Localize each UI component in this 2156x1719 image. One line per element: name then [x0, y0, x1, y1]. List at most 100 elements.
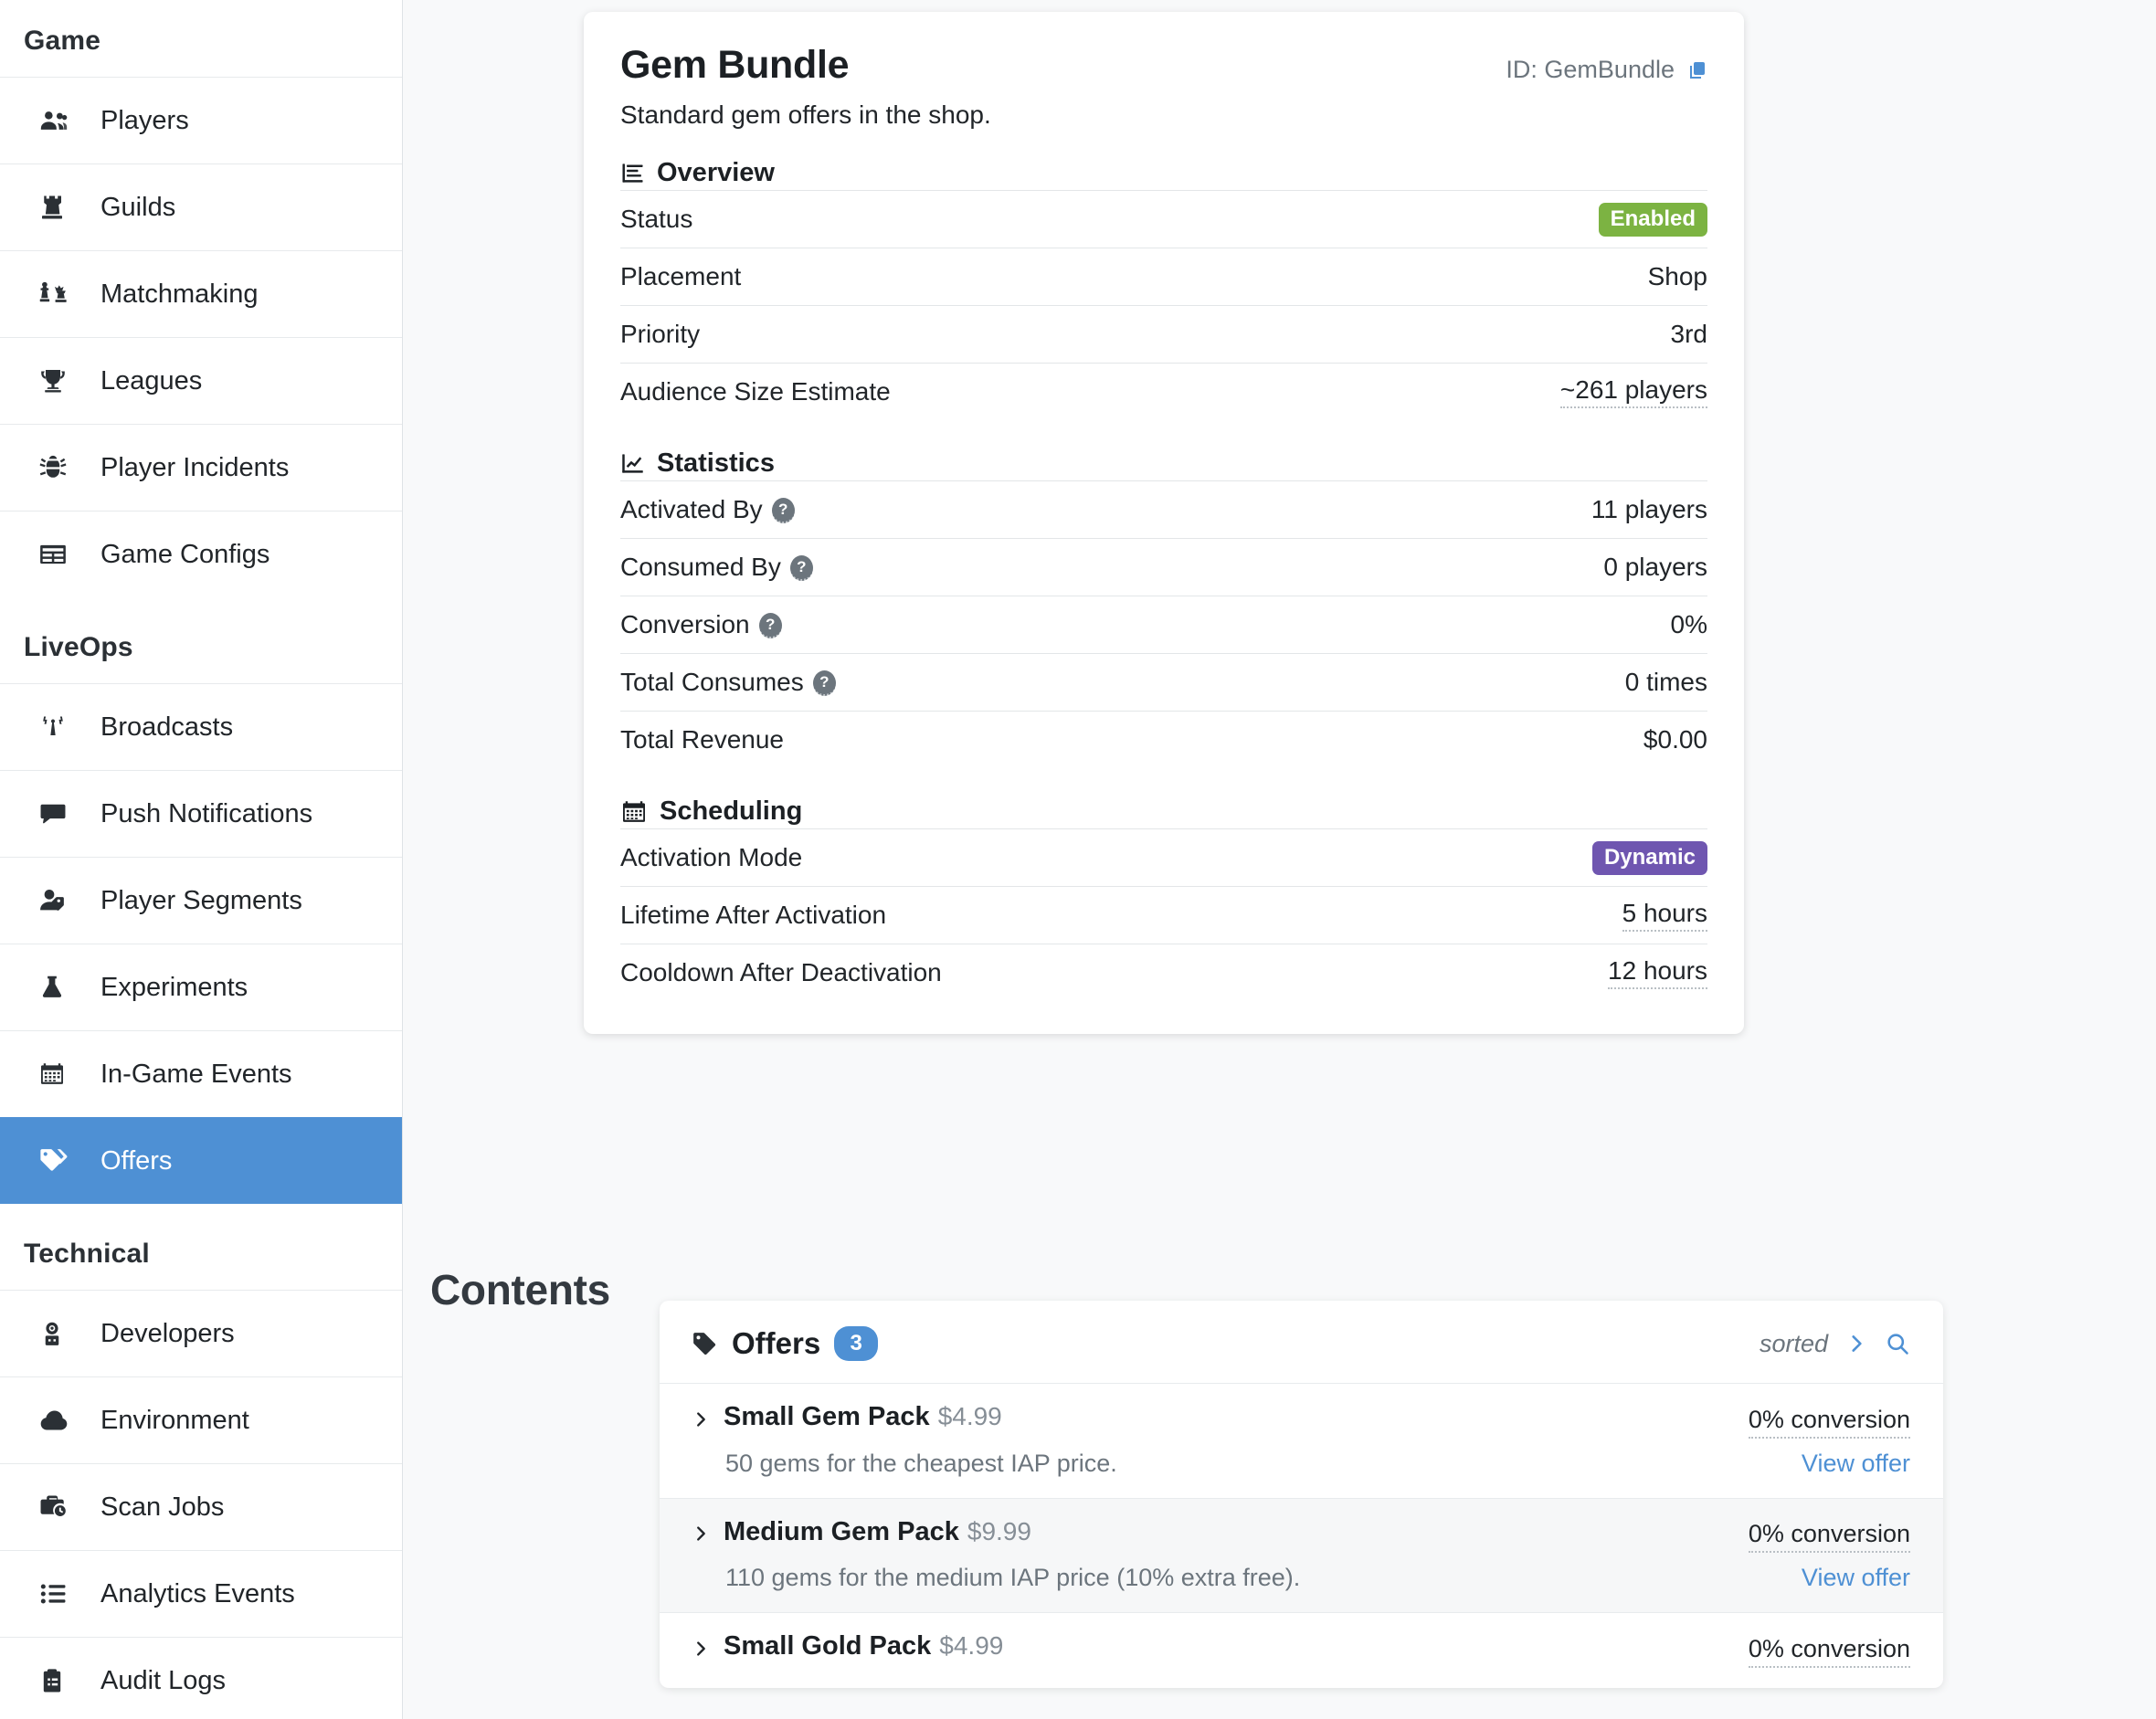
sidebar-item-scan-jobs[interactable]: Scan Jobs: [0, 1463, 402, 1550]
sidebar-item-analytics-events[interactable]: Analytics Events: [0, 1550, 402, 1637]
sidebar-item-developers[interactable]: Developers: [0, 1290, 402, 1376]
help-icon[interactable]: ?: [771, 498, 795, 524]
offer-item-name: Small Gem Pack $4.99: [724, 1402, 1002, 1431]
page-title: Gem Bundle: [620, 43, 850, 87]
detail-row-key: Placement: [620, 262, 741, 291]
list-icon: [38, 1579, 79, 1608]
detail-row-key: Priority: [620, 320, 700, 349]
detail-row: Placement Shop: [620, 248, 1707, 305]
chevron-right-icon[interactable]: [691, 1409, 711, 1429]
sidebar-item-game-configs[interactable]: Game Configs: [0, 511, 402, 597]
sidebar-item-guilds[interactable]: Guilds: [0, 163, 402, 250]
detail-row-key-label: Placement: [620, 262, 742, 291]
sidebar-item-matchmaking[interactable]: Matchmaking: [0, 250, 402, 337]
sidebar-item-players[interactable]: Players: [0, 77, 402, 163]
statistics-chart-icon: [620, 451, 645, 476]
offer-item-name: Medium Gem Pack $9.99: [724, 1516, 1031, 1546]
detail-row-key: Total Revenue: [620, 725, 784, 754]
offers-panel-controls: sorted: [1760, 1330, 1910, 1358]
sidebar-group-title-game: Game: [24, 26, 101, 56]
tag-icon: [691, 1330, 718, 1357]
offer-list-item[interactable]: Small Gold Pack $4.99 0% conversion: [660, 1612, 1943, 1688]
sidebar-item-experiments[interactable]: Experiments: [0, 944, 402, 1030]
broadcast-antenna-icon: [38, 712, 79, 742]
detail-card-header: Gem Bundle ID: GemBundle: [620, 43, 1707, 88]
tag-icon: [38, 1146, 79, 1176]
view-offer-link[interactable]: View offer: [1802, 1564, 1910, 1592]
copy-icon[interactable]: [1686, 59, 1707, 81]
sidebar-item-offers[interactable]: Offers: [0, 1117, 402, 1204]
main-content: Gem Bundle ID: GemBundle Standard gem of…: [403, 0, 2156, 1719]
detail-row-value: 3rd: [1670, 320, 1707, 349]
matchmaking-chess-icon: [38, 279, 79, 309]
sidebar-item-environment[interactable]: Environment: [0, 1376, 402, 1463]
sidebar-item-label: Push Notifications: [100, 798, 313, 828]
help-icon[interactable]: ?: [812, 670, 836, 697]
sidebar-item-player-incidents[interactable]: Player Incidents: [0, 424, 402, 511]
contents-heading: Contents: [430, 1266, 610, 1313]
view-offer-link[interactable]: View offer: [1802, 1450, 1910, 1478]
section-heading-statistics: Statistics: [620, 448, 1707, 479]
detail-row-key-label: Status: [620, 205, 693, 234]
sidebar-item-label: Scan Jobs: [100, 1492, 225, 1522]
overview-bars-icon: [620, 161, 645, 185]
flask-icon: [38, 974, 79, 1001]
detail-row-key-label: Total Revenue: [620, 725, 785, 754]
detail-row: Activation Mode Dynamic: [620, 828, 1707, 886]
detail-row-key-label: Cooldown After Deactivation: [620, 958, 942, 987]
detail-row: Priority 3rd: [620, 305, 1707, 363]
offer-list-item[interactable]: Medium Gem Pack $9.99 0% conversion 110 gem…: [660, 1497, 1943, 1612]
detail-sections: Overview Status Enabled Placement Shop Priori…: [620, 158, 1707, 1001]
detail-row-value[interactable]: 5 hours: [1622, 899, 1707, 933]
offer-item-conversion[interactable]: 0% conversion: [1748, 1520, 1910, 1553]
help-icon[interactable]: ?: [789, 555, 813, 582]
detail-row-value: $0.00: [1643, 725, 1707, 754]
sidebar-item-label: Analytics Events: [100, 1578, 295, 1608]
detail-row: Status Enabled: [620, 190, 1707, 248]
offer-item-conversion[interactable]: 0% conversion: [1748, 1406, 1910, 1439]
sidebar-item-player-segments[interactable]: Player Segments: [0, 857, 402, 944]
search-icon[interactable]: [1885, 1331, 1910, 1356]
detail-row: Activated By? 11 players: [620, 480, 1707, 538]
sidebar-item-audit-logs[interactable]: Audit Logs: [0, 1637, 402, 1719]
sidebar-group-title-technical: Technical: [24, 1239, 150, 1269]
chevron-right-icon[interactable]: [691, 1639, 711, 1659]
sidebar-item-label: Environment: [100, 1405, 249, 1435]
detail-row-key: Activated By?: [620, 495, 795, 524]
detail-row-key: Status: [620, 205, 692, 234]
help-icon[interactable]: ?: [758, 613, 782, 639]
sidebar-item-push-notifications[interactable]: Push Notifications: [0, 770, 402, 857]
offer-item-conversion[interactable]: 0% conversion: [1748, 1635, 1910, 1668]
section-heading-overview: Overview: [620, 158, 1707, 188]
sidebar-item-broadcasts[interactable]: Broadcasts: [0, 683, 402, 770]
detail-row-value: Shop: [1647, 262, 1707, 291]
detail-row-value: 11 players: [1591, 495, 1707, 524]
cloud-icon: [38, 1405, 79, 1436]
detail-row: Total Consumes? 0 times: [620, 653, 1707, 711]
sidebar-item-label: Offers: [100, 1145, 173, 1176]
sidebar-item-label: Broadcasts: [100, 712, 234, 742]
sidebar-item-leagues[interactable]: Leagues: [0, 337, 402, 424]
offer-item-price: $4.99: [937, 1402, 1002, 1430]
detail-row-value[interactable]: ~261 players: [1559, 375, 1707, 409]
detail-row-value[interactable]: 12 hours: [1608, 956, 1707, 990]
offers-panel-title-group: Offers 3: [691, 1326, 879, 1361]
detail-row-key-label: Activation Mode: [620, 843, 803, 872]
chevron-right-icon[interactable]: [691, 1524, 711, 1544]
trophy-icon: [38, 366, 79, 395]
detail-row: Audience Size Estimate ~261 players: [620, 363, 1707, 420]
offer-list-item[interactable]: Small Gem Pack $4.99 0% conversion 50 gems …: [660, 1383, 1943, 1498]
detail-row-key: Consumed By?: [620, 553, 813, 582]
sidebar-item-label: Game Configs: [100, 539, 270, 569]
detail-row-key-label: Activated By: [620, 495, 763, 524]
chevron-right-icon[interactable]: [1844, 1332, 1868, 1355]
detail-row-value: 0 times: [1624, 668, 1707, 697]
offer-item-price: $4.99: [939, 1631, 1004, 1660]
sidebar-item-in-game-events[interactable]: In-Game Events: [0, 1030, 402, 1117]
sidebar-item-label: In-Game Events: [100, 1059, 292, 1089]
detail-row-value: 0 players: [1603, 553, 1707, 582]
offer-item-subline: 50 gems for the cheapest IAP price. View …: [691, 1450, 1910, 1478]
sorted-label: sorted: [1759, 1329, 1828, 1357]
offer-item-name-group: Small Gold Pack $4.99: [691, 1631, 1003, 1661]
detail-row: Total Revenue $0.00: [620, 711, 1707, 768]
